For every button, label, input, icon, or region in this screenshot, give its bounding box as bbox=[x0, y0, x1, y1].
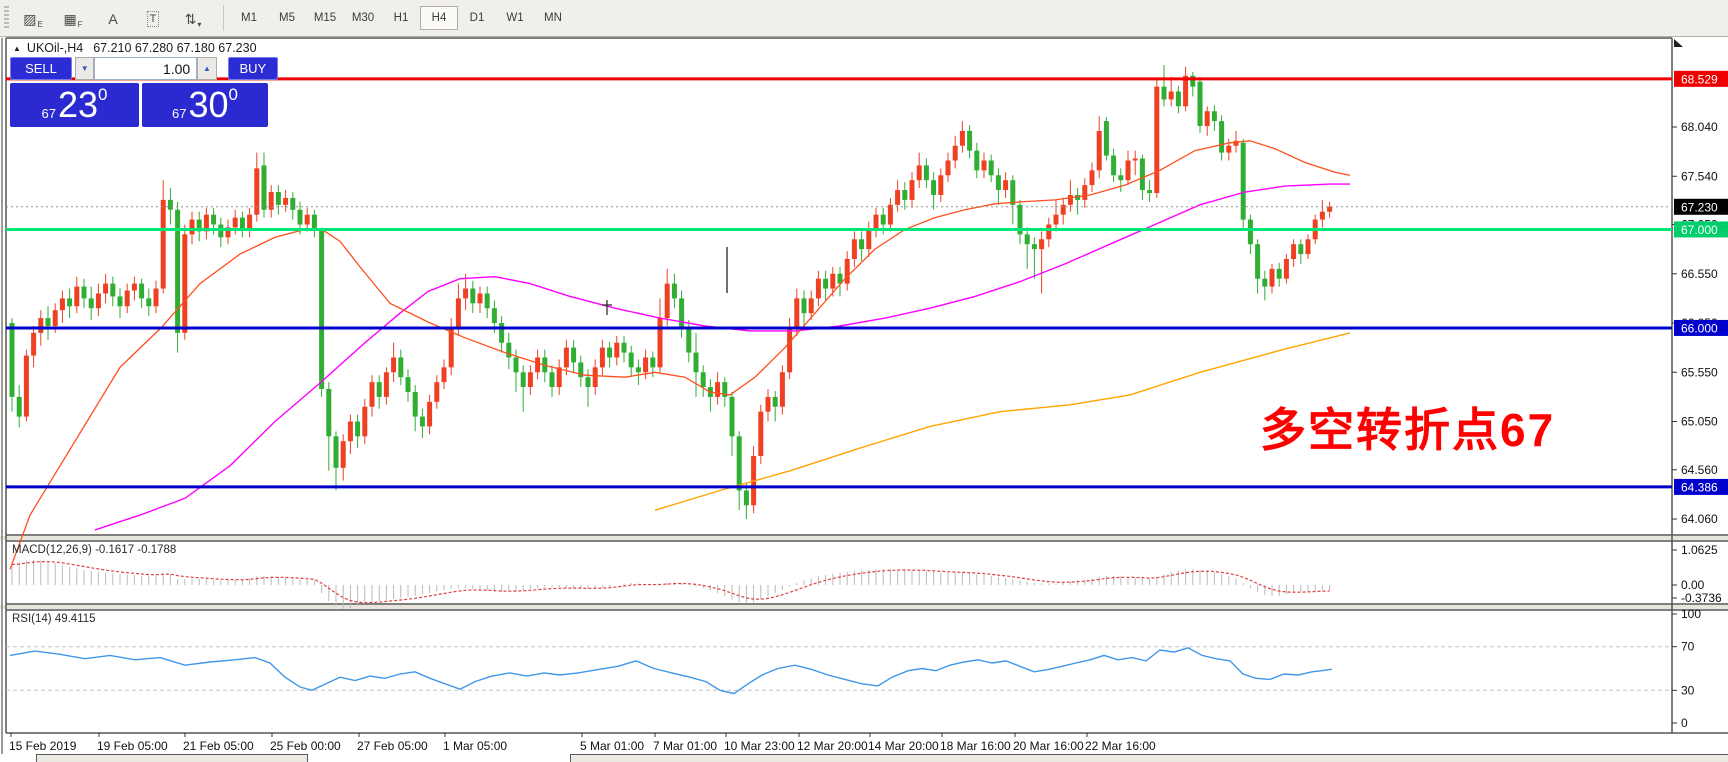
svg-text:64.386: 64.386 bbox=[1681, 480, 1718, 494]
sell-price-pip: 0 bbox=[98, 85, 107, 105]
toolbar-text-icon[interactable]: A bbox=[93, 5, 133, 31]
svg-text:1 Mar 05:00: 1 Mar 05:00 bbox=[443, 739, 507, 753]
svg-text:68.040: 68.040 bbox=[1681, 120, 1718, 134]
toolbar-icon-group: ▨E▦FAT⇅▾ bbox=[13, 5, 213, 31]
svg-text:64.060: 64.060 bbox=[1681, 512, 1718, 526]
timeframe-button-W1[interactable]: W1 bbox=[496, 6, 534, 30]
svg-text:10 Mar 23:00: 10 Mar 23:00 bbox=[724, 739, 795, 753]
volume-decrease-button[interactable]: ▼ bbox=[75, 57, 94, 80]
svg-text:12 Mar 20:00: 12 Mar 20:00 bbox=[797, 739, 868, 753]
time-axis[interactable]: 15 Feb 2019 19 Feb 05:00 21 Feb 05:00 25 Fe… bbox=[9, 733, 1156, 753]
one-click-trading-panel: SELL ▼ 1.00 ▲ BUY 67 23 0 67 30 0 bbox=[10, 57, 278, 127]
svg-text:5 Mar 01:00: 5 Mar 01:00 bbox=[580, 739, 644, 753]
price-tag-67.000: 67.000 bbox=[1674, 221, 1728, 237]
main-toolbar: ▨E▦FAT⇅▾ M1M5M15M30H1H4D1W1MN bbox=[0, 0, 1728, 37]
svg-text:27 Feb 05:00: 27 Feb 05:00 bbox=[357, 739, 428, 753]
timeframe-button-D1[interactable]: D1 bbox=[458, 6, 496, 30]
svg-text:19 Feb 05:00: 19 Feb 05:00 bbox=[97, 739, 168, 753]
buy-price-main: 30 bbox=[188, 85, 228, 125]
symbol-timeframe-label: UKOil-,H4 bbox=[27, 41, 83, 55]
timeframe-button-MN[interactable]: MN bbox=[534, 6, 572, 30]
chart-title: ▲ UKOil-,H4 67.210 67.280 67.180 67.230 bbox=[13, 41, 257, 55]
svg-text:65.050: 65.050 bbox=[1681, 415, 1718, 429]
price-tag-67.230: 67.230 bbox=[1674, 199, 1728, 215]
toolbar-grid-icon[interactable]: ▦F bbox=[53, 5, 93, 31]
toolbar-line-studies-icon[interactable]: ▨E bbox=[13, 5, 53, 31]
ohlc-values: 67.210 67.280 67.180 67.230 bbox=[93, 41, 256, 55]
sell-price-quote[interactable]: 67 23 0 bbox=[10, 83, 139, 127]
svg-text:64.560: 64.560 bbox=[1681, 463, 1718, 477]
svg-text:25 Feb 00:00: 25 Feb 00:00 bbox=[270, 739, 341, 753]
price-tag-68.529: 68.529 bbox=[1674, 71, 1728, 87]
svg-text:68.529: 68.529 bbox=[1681, 72, 1718, 86]
timeframe-group: M1M5M15M30H1H4D1W1MN bbox=[230, 6, 572, 30]
macd-indicator-label: MACD(12,26,9) -0.1617 -0.1788 bbox=[12, 544, 176, 556]
svg-text:66.550: 66.550 bbox=[1681, 267, 1718, 281]
svg-text:22 Mar 16:00: 22 Mar 16:00 bbox=[1085, 739, 1156, 753]
rsi-indicator-label: RSI(14) 49.4115 bbox=[12, 613, 96, 625]
svg-text:18 Mar 16:00: 18 Mar 16:00 bbox=[940, 739, 1011, 753]
rsi-line bbox=[10, 648, 1332, 694]
timeframe-button-M1[interactable]: M1 bbox=[230, 6, 268, 30]
svg-text:7 Mar 01:00: 7 Mar 01:00 bbox=[653, 739, 717, 753]
chart-annotation-text: 多空转折点67 bbox=[1260, 394, 1555, 460]
svg-text:-0.3736: -0.3736 bbox=[1681, 591, 1722, 605]
price-tag-64.386: 64.386 bbox=[1674, 479, 1728, 495]
volume-increase-button[interactable]: ▲ bbox=[197, 57, 216, 80]
timeframe-button-H4[interactable]: H4 bbox=[420, 6, 458, 30]
sell-price-main: 23 bbox=[58, 85, 98, 125]
svg-text:0.00: 0.00 bbox=[1681, 578, 1705, 592]
ma-fast-line bbox=[10, 141, 1350, 570]
svg-text:30: 30 bbox=[1681, 683, 1695, 697]
sell-price-prefix: 67 bbox=[42, 106, 56, 121]
sell-button[interactable]: SELL bbox=[10, 57, 72, 80]
svg-text:0: 0 bbox=[1681, 716, 1688, 730]
timeframe-button-M15[interactable]: M15 bbox=[306, 6, 344, 30]
svg-text:21 Feb 05:00: 21 Feb 05:00 bbox=[183, 739, 254, 753]
toolbar-separator bbox=[223, 5, 224, 31]
candles-layer bbox=[10, 65, 1333, 519]
volume-input[interactable]: 1.00 bbox=[94, 57, 197, 80]
svg-text:1.0625: 1.0625 bbox=[1681, 543, 1718, 557]
svg-text:15 Feb 2019: 15 Feb 2019 bbox=[9, 739, 77, 753]
svg-text:70: 70 bbox=[1681, 640, 1695, 654]
svg-text:14 Mar 20:00: 14 Mar 20:00 bbox=[868, 739, 939, 753]
bottom-tab-strip bbox=[0, 754, 1728, 761]
svg-text:66.000: 66.000 bbox=[1681, 321, 1718, 335]
buy-price-prefix: 67 bbox=[172, 106, 186, 121]
svg-text:67.000: 67.000 bbox=[1681, 223, 1718, 237]
timeframe-button-H1[interactable]: H1 bbox=[382, 6, 420, 30]
buy-price-quote[interactable]: 67 30 0 bbox=[142, 83, 268, 127]
toolbar-sort-arrows-icon[interactable]: ⇅▾ bbox=[173, 5, 213, 31]
macd-signal-line bbox=[12, 562, 1330, 603]
toolbar-grip[interactable] bbox=[4, 6, 9, 30]
collapse-triangle-icon[interactable]: ▲ bbox=[13, 44, 21, 53]
ma-mid-line bbox=[95, 184, 1350, 530]
svg-text:100: 100 bbox=[1681, 607, 1701, 621]
svg-text:65.550: 65.550 bbox=[1681, 365, 1718, 379]
buy-button[interactable]: BUY bbox=[228, 57, 278, 80]
price-tag-66.000: 66.000 bbox=[1674, 320, 1728, 336]
svg-text:67.540: 67.540 bbox=[1681, 169, 1718, 183]
svg-text:20 Mar 16:00: 20 Mar 16:00 bbox=[1013, 739, 1084, 753]
timeframe-button-M30[interactable]: M30 bbox=[344, 6, 382, 30]
timeframe-button-M5[interactable]: M5 bbox=[268, 6, 306, 30]
svg-text:67.230: 67.230 bbox=[1681, 200, 1718, 214]
toolbar-text-label-icon[interactable]: T bbox=[133, 5, 173, 31]
buy-price-pip: 0 bbox=[229, 85, 238, 105]
